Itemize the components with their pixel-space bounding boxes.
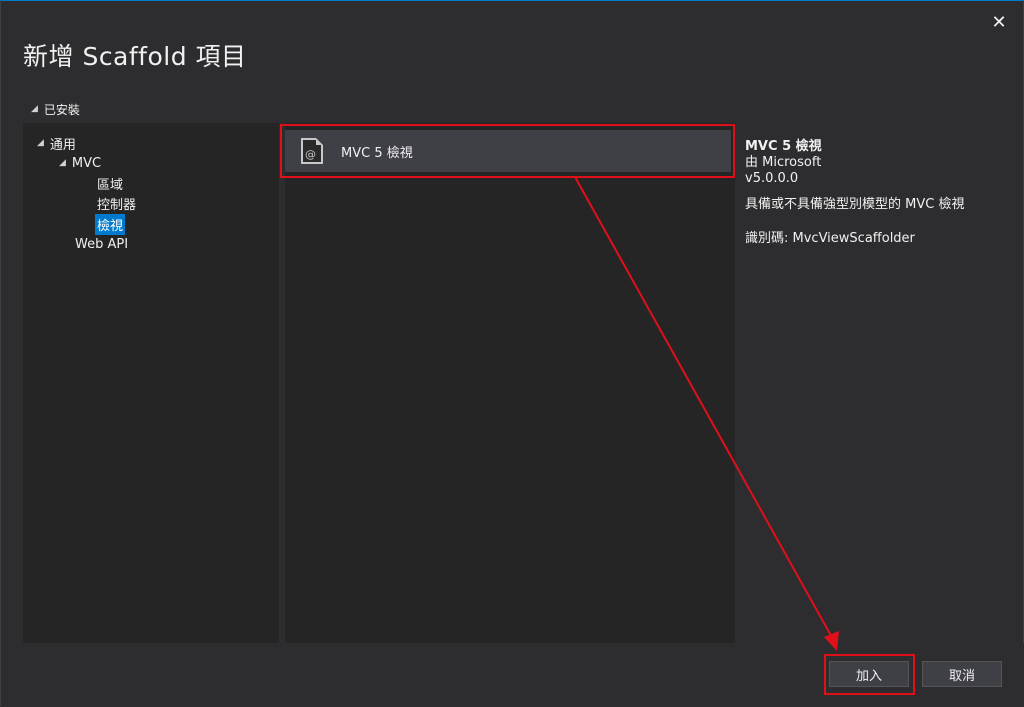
details-author: 由 Microsoft: [745, 155, 822, 170]
collapse-triangle-icon[interactable]: ◢: [59, 158, 66, 168]
details-id: 識別碼: MvcViewScaffolder: [745, 231, 915, 246]
dialog-title: 新增 Scaffold 項目: [23, 42, 247, 71]
details-panel: MVC 5 檢視 由 Microsoft v5.0.0.0 具備或不具備強型別模…: [735, 123, 1024, 643]
tree-item-area[interactable]: 區域: [97, 173, 123, 193]
details-name: MVC 5 檢視: [745, 139, 822, 154]
razor-file-icon: @: [301, 138, 323, 164]
template-item-label: MVC 5 檢視: [341, 145, 413, 161]
template-list-header: [279, 95, 735, 123]
tree-item-view[interactable]: 檢視: [95, 213, 126, 235]
tree-item-web-api[interactable]: Web API: [75, 234, 128, 254]
details-description: 具備或不具備強型別模型的 MVC 檢視: [745, 197, 965, 212]
category-tree: ◢ 已安裝 ◢ 通用 ◢ MVC 區域 控制器 檢視 Web API: [23, 95, 279, 643]
details-version: v5.0.0.0: [745, 171, 799, 186]
template-list: [285, 123, 735, 643]
tree-item-general[interactable]: ◢ 通用: [37, 133, 76, 153]
close-icon[interactable]: ✕: [989, 13, 1009, 33]
tree-header-installed[interactable]: ◢ 已安裝: [23, 95, 279, 123]
template-item-mvc5-view[interactable]: @ MVC 5 檢視: [285, 130, 731, 172]
cancel-button[interactable]: 取消: [922, 661, 1002, 687]
tree-item-mvc[interactable]: ◢ MVC: [59, 153, 101, 173]
add-button[interactable]: 加入: [829, 661, 909, 687]
tree-header-label: 已安裝: [43, 102, 80, 117]
tree-item-controller[interactable]: 控制器: [97, 193, 136, 213]
collapse-triangle-icon[interactable]: ◢: [37, 138, 44, 148]
scaffold-dialog: ✕ 新增 Scaffold 項目 ◢ 已安裝 ◢ 通用 ◢ MVC 區域 控制器…: [0, 0, 1024, 707]
collapse-triangle-icon[interactable]: ◢: [31, 104, 38, 114]
